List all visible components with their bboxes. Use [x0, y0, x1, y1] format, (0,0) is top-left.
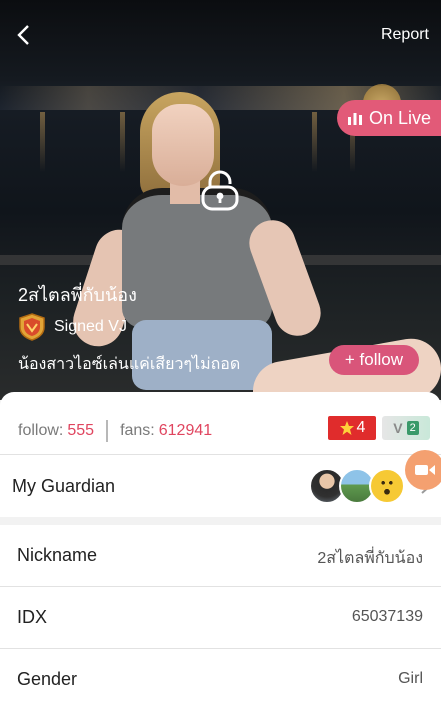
profile-row-gender: Gender Girl	[0, 649, 441, 711]
gender-value: Girl	[398, 670, 423, 687]
follow-button[interactable]: + follow	[328, 345, 419, 375]
nickname-value: 2สไตลพี่กับน้อง	[317, 550, 423, 567]
profile-row-idx: IDX 65037139	[0, 587, 441, 649]
camera-float-button[interactable]	[405, 450, 441, 490]
camera-icon	[415, 465, 435, 475]
follow-count: 555	[67, 422, 95, 439]
back-button[interactable]	[10, 20, 36, 50]
vj-shield-icon	[19, 313, 45, 341]
on-live-badge[interactable]: On Live	[336, 100, 441, 136]
vj-label: Signed VJ	[54, 318, 127, 335]
report-button[interactable]: Report	[381, 26, 429, 44]
vip-level: 2	[406, 421, 419, 435]
bars-icon	[347, 113, 362, 125]
follow-stats: follow: 555 fans: 612941	[18, 420, 212, 442]
follow-label: follow:	[18, 422, 64, 439]
avatar	[369, 468, 405, 504]
idx-value: 65037139	[351, 608, 423, 625]
vip-badge: V 2	[382, 416, 430, 440]
guardian-avatars	[309, 468, 405, 504]
guardian-row[interactable]: My Guardian	[0, 455, 441, 517]
on-live-label: On Live	[368, 107, 431, 128]
profile-row-nickname: Nickname 2สไตลพี่กับน้อง	[0, 525, 441, 587]
nickname-label: Nickname	[17, 545, 98, 565]
light-reflection	[40, 112, 45, 172]
lock-icon[interactable]	[198, 168, 242, 212]
guardian-label: My Guardian	[12, 476, 116, 496]
signed-vj: Signed VJ	[18, 313, 127, 341]
idx-label: IDX	[17, 607, 48, 627]
stream-description: น้องสาวไอซ์เล่นแค่เสียวๆไม่ถอด	[18, 356, 241, 373]
fans-label: fans:	[120, 422, 155, 439]
vip-label: V	[393, 420, 403, 436]
back-icon	[17, 25, 29, 45]
level-value: 4	[356, 419, 366, 436]
star-icon	[339, 421, 354, 435]
stats-divider	[106, 420, 109, 442]
section-gap	[0, 517, 441, 525]
live-preview[interactable]: Report On Live 2สไตลพี่กับน้อง Signed VJ…	[0, 0, 441, 400]
fans-count: 612941	[158, 422, 213, 439]
gender-label: Gender	[17, 669, 78, 689]
level-badge: 4	[328, 416, 376, 440]
stream-title: 2สไตลพี่กับน้อง	[18, 285, 137, 305]
